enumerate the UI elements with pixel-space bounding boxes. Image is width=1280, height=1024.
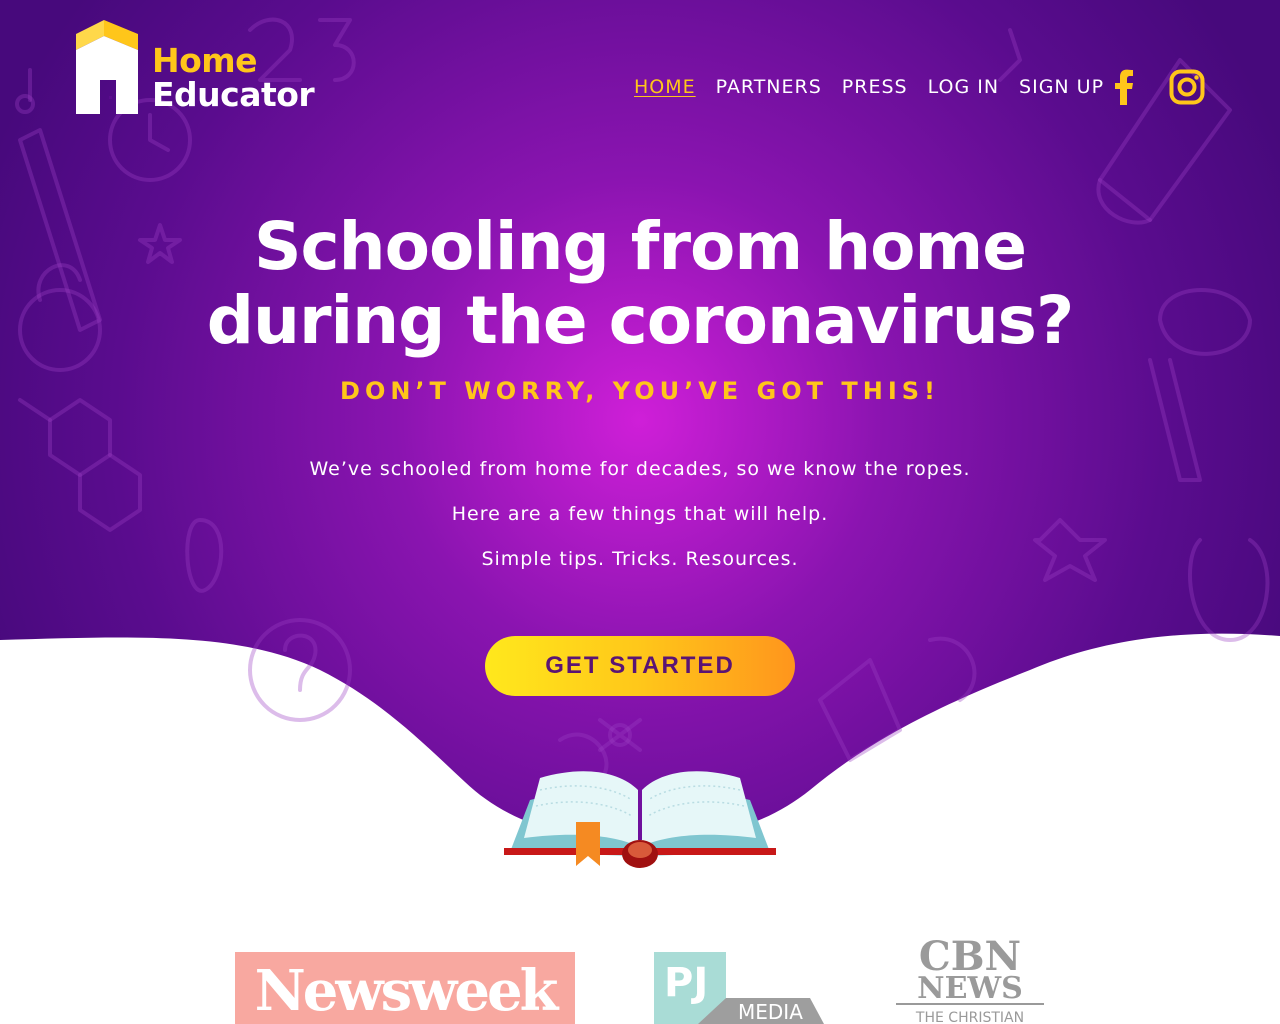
- logo-word-home: Home: [152, 41, 258, 80]
- nav-partners[interactable]: PARTNERS: [716, 74, 822, 100]
- pj-media-word: MEDIA: [738, 1000, 803, 1024]
- hero-headline-line2: during the coronavirus?: [206, 282, 1075, 359]
- instagram-icon[interactable]: [1169, 69, 1205, 105]
- cbn-line3: THE CHRISTIAN: [915, 1010, 1024, 1024]
- get-started-button[interactable]: GET STARTED: [485, 636, 795, 696]
- house-book-logo-icon: [76, 20, 138, 114]
- hero-body-line: We’ve schooled from home for decades, so…: [309, 458, 971, 480]
- nav-sign-up[interactable]: SIGN UP: [1019, 74, 1104, 100]
- newsweek-logo: Newsweek: [235, 952, 575, 1024]
- logo-word-educator: Educator: [152, 75, 315, 114]
- main-nav: HOME PARTNERS PRESS LOG IN SIGN UP: [634, 74, 1104, 100]
- nav-log-in[interactable]: LOG IN: [928, 74, 999, 100]
- hero-background: [0, 0, 1280, 880]
- pj-mark: PJ: [664, 960, 708, 1006]
- open-book-illustration: [504, 771, 776, 868]
- hero-body-line: Simple tips. Tricks. Resources.: [481, 548, 799, 570]
- cbn-line2: NEWS: [917, 971, 1023, 1006]
- newsweek-wordmark: Newsweek: [254, 958, 559, 1024]
- logo-wordmark: Home Educator: [152, 41, 315, 114]
- pj-media-logo: PJ MEDIA: [654, 952, 824, 1024]
- hero-headline: Schooling from home during the coronavir…: [140, 210, 1140, 358]
- facebook-icon[interactable]: [1109, 69, 1137, 105]
- nav-press[interactable]: PRESS: [842, 74, 908, 100]
- hero-body-line: Here are a few things that will help.: [451, 503, 829, 525]
- cbn-news-logo: CBN NEWS THE CHRISTIAN: [896, 936, 1044, 1024]
- hero-headline-line1: Schooling from home: [253, 208, 1027, 285]
- site-logo[interactable]: Home Educator: [76, 20, 326, 116]
- hero-subhead: DON’T WORRY, YOU’VE GOT THIS!: [340, 377, 940, 405]
- nav-home[interactable]: HOME: [634, 74, 696, 100]
